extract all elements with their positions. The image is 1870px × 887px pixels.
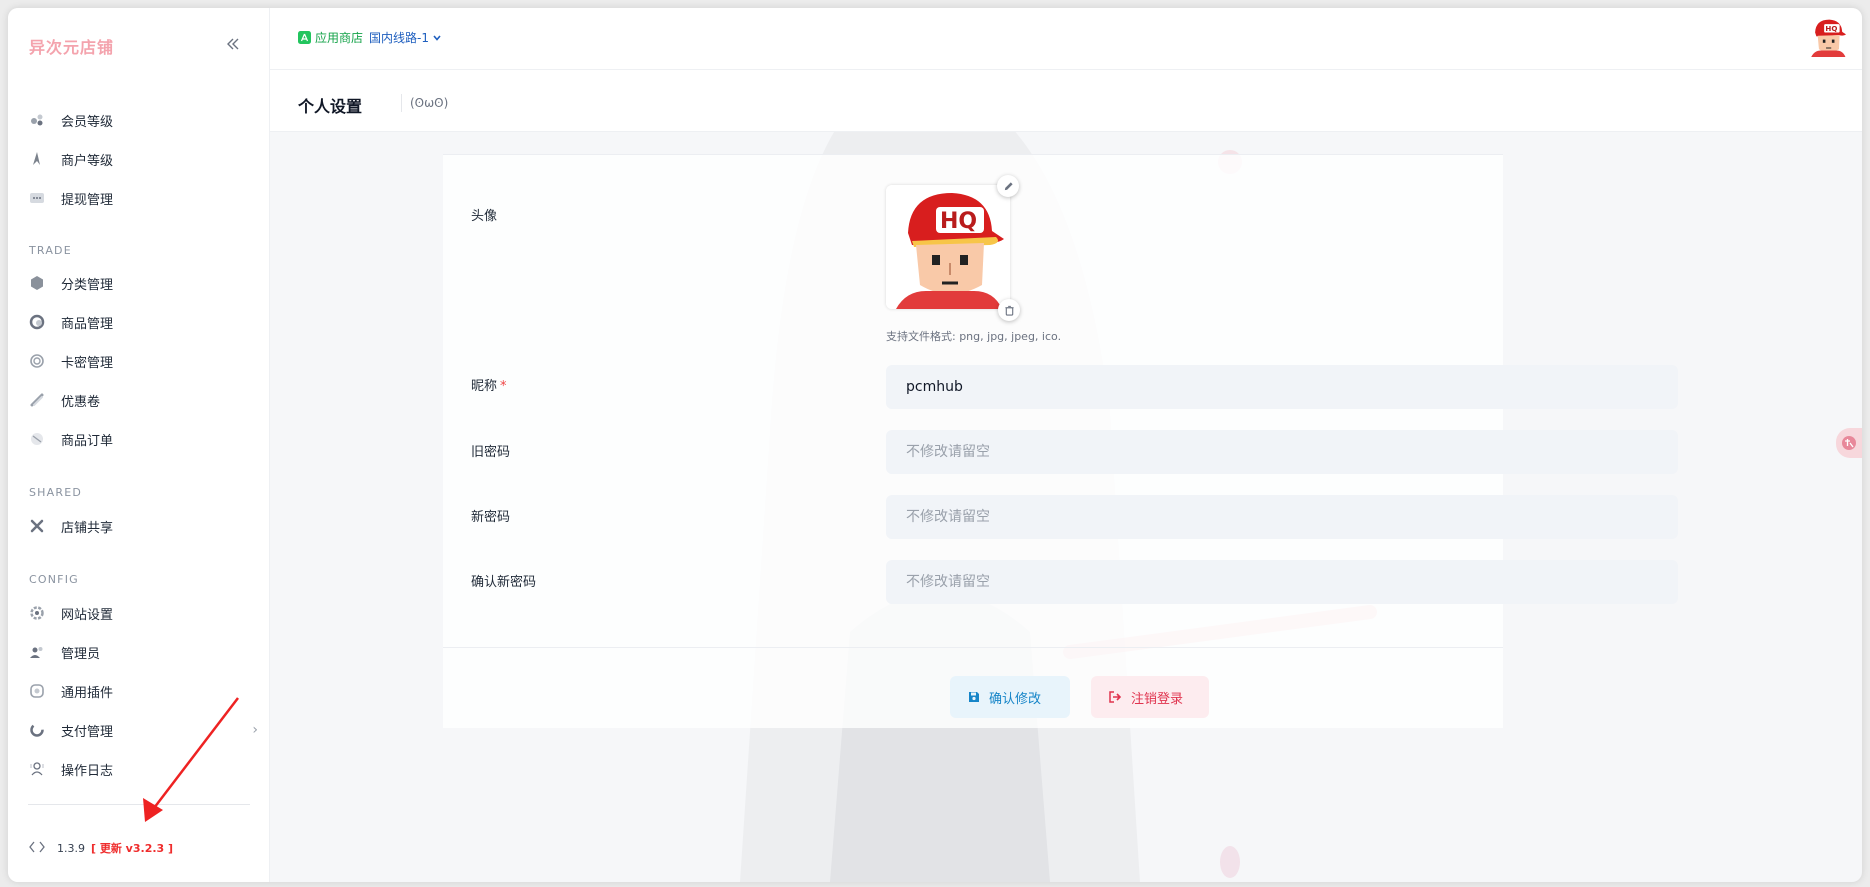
- section-title-trade: TRADE: [29, 244, 72, 257]
- update-link[interactable]: [ 更新 v3.2.3 ]: [91, 840, 173, 856]
- sidebar-item-label: 会员等级: [61, 114, 114, 130]
- payment-icon: [28, 721, 46, 739]
- avatar-label: 头像: [471, 209, 498, 224]
- new-password-input[interactable]: [886, 495, 1678, 539]
- plugin-icon: [28, 682, 46, 700]
- version-info: 1.3.9 [ 更新 v3.2.3 ]: [29, 840, 173, 856]
- sidebar-item-shop-share[interactable]: 店铺共享: [28, 511, 258, 541]
- log-icon: [28, 760, 46, 778]
- save-icon: [968, 691, 980, 703]
- trash-icon: [1004, 305, 1014, 316]
- page-title: 个人设置: [298, 97, 363, 116]
- nickname-input[interactable]: [886, 365, 1678, 409]
- sidebar-item-order[interactable]: 商品订单: [28, 424, 258, 454]
- sidebar-item-label: 优惠卷: [61, 394, 101, 410]
- sidebar-item-label: 操作日志: [61, 763, 114, 779]
- avatar-image-icon: HQ: [886, 185, 1010, 309]
- card-key-icon: [28, 352, 46, 370]
- category-icon: [28, 274, 46, 292]
- user-level-icon: [28, 111, 46, 129]
- new-password-label: 新密码: [471, 510, 511, 525]
- share-icon: [28, 517, 46, 535]
- merchant-level-icon: [28, 150, 46, 168]
- brand-logo[interactable]: 异次元店铺: [29, 34, 114, 58]
- delete-avatar-button[interactable]: [998, 299, 1020, 321]
- logout-button-label: 注销登录: [1131, 691, 1184, 707]
- appstore-route-selector[interactable]: 应用商店 国内线路-1: [298, 29, 442, 46]
- red-arrow-annotation-icon: [143, 697, 239, 822]
- save-button-label: 确认修改: [989, 691, 1042, 707]
- nickname-label-text: 昵称: [471, 379, 498, 394]
- sidebar-item-label: 商品管理: [61, 316, 114, 332]
- admin-icon: [28, 643, 46, 661]
- translate-icon: [1842, 436, 1856, 450]
- avatar-icon: HQ: [1808, 17, 1848, 57]
- sidebar-item-card-key[interactable]: 卡密管理: [28, 346, 258, 376]
- sidebar-item-category[interactable]: 分类管理: [28, 268, 258, 298]
- sidebar-item-admin[interactable]: 管理员: [28, 637, 258, 667]
- appstore-icon: [298, 31, 311, 44]
- version-number: 1.3.9: [57, 841, 85, 855]
- sidebar-item-coupon[interactable]: 优惠卷: [28, 385, 258, 415]
- double-chevron-left-icon: [227, 38, 239, 50]
- user-avatar[interactable]: HQ: [1808, 17, 1848, 57]
- gear-icon: [28, 604, 46, 622]
- order-icon: [28, 430, 46, 448]
- avatar-format-hint: 支持文件格式: png, jpg, jpeg, ico.: [886, 330, 1062, 343]
- svg-text:HQ: HQ: [940, 209, 977, 234]
- page-header: 个人设置 (ʘωʘ): [270, 70, 1862, 132]
- confirm-password-input[interactable]: [886, 560, 1678, 604]
- withdraw-icon: [28, 189, 46, 207]
- sidebar-item-label: 店铺共享: [61, 520, 114, 536]
- logout-icon: [1109, 691, 1122, 703]
- section-title-shared: SHARED: [29, 486, 83, 499]
- sidebar-item-label: 商品订单: [61, 433, 114, 449]
- sidebar: 异次元店铺 会员等级 商户等级 提现管理 TRADE 分类管理 商品管理 卡密管…: [8, 8, 270, 882]
- page-emoticon: (ʘωʘ): [410, 96, 449, 110]
- sidebar-item-label: 网站设置: [61, 607, 114, 623]
- chevron-down-icon: [433, 34, 441, 41]
- sidebar-item-site-settings[interactable]: 网站设置: [28, 598, 258, 628]
- nickname-label: 昵称 *: [471, 375, 507, 394]
- header-separator: [401, 94, 402, 112]
- sidebar-item-label: 分类管理: [61, 277, 114, 293]
- section-title-config: CONFIG: [29, 573, 79, 586]
- appstore-label: 应用商店: [315, 31, 364, 45]
- collapse-sidebar-button[interactable]: [222, 33, 244, 55]
- sidebar-item-label: 提现管理: [61, 192, 114, 208]
- avatar-preview[interactable]: HQ: [886, 185, 1010, 309]
- code-icon: [29, 841, 45, 856]
- logout-button[interactable]: 注销登录: [1091, 676, 1209, 718]
- sidebar-item-member-level[interactable]: 会员等级: [28, 105, 258, 135]
- sidebar-item-product[interactable]: 商品管理: [28, 307, 258, 337]
- route-label: 国内线路-1: [369, 31, 429, 45]
- save-button[interactable]: 确认修改: [950, 676, 1070, 718]
- profile-settings-card: 头像 HQ 支持文件格式: png, jpg, jpeg, ico. 昵称 * …: [443, 154, 1678, 728]
- required-asterisk: *: [500, 379, 507, 394]
- sidebar-item-label: 支付管理: [61, 724, 114, 740]
- card-divider: [443, 647, 1503, 648]
- svg-text:HQ: HQ: [1825, 24, 1837, 33]
- sidebar-item-label: 通用插件: [61, 685, 114, 701]
- sidebar-item-withdraw[interactable]: 提现管理: [28, 183, 258, 213]
- sidebar-item-label: 管理员: [61, 646, 101, 662]
- old-password-input[interactable]: [886, 430, 1678, 474]
- product-icon: [28, 313, 46, 331]
- edit-avatar-button[interactable]: [997, 175, 1019, 197]
- sidebar-item-merchant-level[interactable]: 商户等级: [28, 144, 258, 174]
- coupon-icon: [28, 391, 46, 409]
- old-password-label: 旧密码: [471, 445, 511, 460]
- sidebar-item-label: 商户等级: [61, 153, 114, 169]
- chevron-right-icon: ›: [252, 722, 258, 738]
- app-window: 异次元店铺 会员等级 商户等级 提现管理 TRADE 分类管理 商品管理 卡密管…: [8, 8, 1862, 882]
- pencil-icon: [1004, 181, 1013, 190]
- confirm-password-label: 确认新密码: [471, 575, 537, 590]
- topbar: 应用商店 国内线路-1 HQ: [270, 8, 1862, 70]
- translate-widget[interactable]: [1836, 428, 1862, 458]
- sidebar-item-label: 卡密管理: [61, 355, 114, 371]
